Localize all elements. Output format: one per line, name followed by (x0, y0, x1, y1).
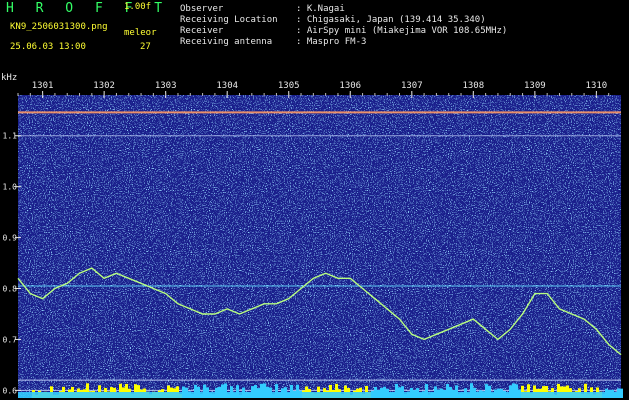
spectrogram-chart: 1301 1302 1303 1304 1305 1306 1307 1308 1309 1310… (1, 73, 623, 398)
y-tick-label: 0.9 (3, 234, 18, 243)
spectrogram-noise (18, 95, 621, 398)
x-tick-label: 1306 (339, 81, 361, 91)
y-tick-label: 1.1 (3, 132, 18, 141)
x-tick-label: 1310 (586, 81, 608, 91)
x-tick-label: 1307 (401, 81, 423, 91)
y-tick-label: 0.6 (3, 386, 18, 395)
y-axis-label: kHz (1, 73, 17, 83)
intensity-baseline (18, 392, 621, 398)
y-tick-label: 0.7 (3, 335, 18, 344)
x-tick-label: 1308 (462, 81, 484, 91)
x-tick-label: 1309 (524, 81, 546, 91)
y-tick-label: 0.8 (3, 285, 18, 294)
x-tick-label: 1302 (93, 81, 115, 91)
x-tick-label: 1303 (155, 81, 177, 91)
x-tick-label: 1304 (216, 81, 238, 91)
y-tick-label: 1.0 (3, 183, 18, 192)
x-tick-label: 1301 (32, 81, 54, 91)
x-tick-label: 1305 (278, 81, 300, 91)
